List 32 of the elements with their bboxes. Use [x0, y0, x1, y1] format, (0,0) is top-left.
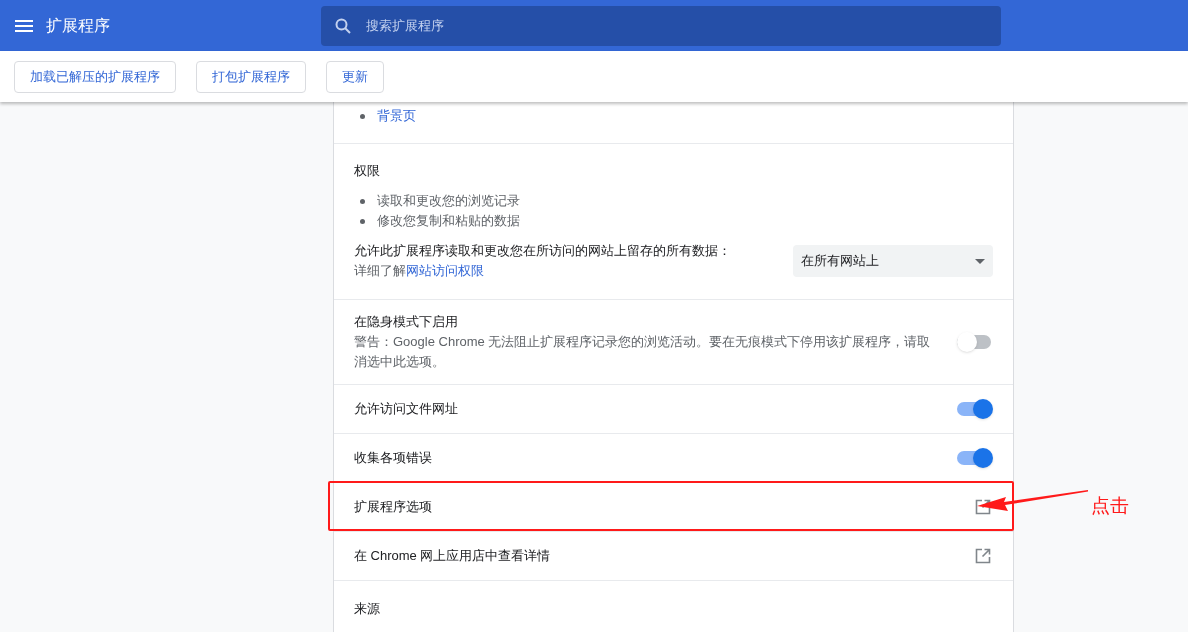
annotation-text: 点击	[1091, 494, 1129, 518]
external-link-icon[interactable]	[975, 499, 991, 515]
bullet-icon	[360, 198, 365, 204]
setting-label: 在隐身模式下启用	[354, 313, 459, 331]
site-access-link[interactable]: 网站访问权限	[406, 261, 484, 281]
search-icon	[335, 17, 351, 34]
search-field[interactable]: 搜索扩展程序	[321, 5, 1001, 46]
section-title: 权限	[354, 162, 381, 180]
setting-label[interactable]: 扩展程序选项	[354, 497, 432, 517]
site-access-label: 允许此扩展程序读取和更改您在所访问的网站上留存的所有数据：	[354, 242, 731, 260]
toggle-switch[interactable]	[957, 399, 993, 419]
setting-description: 警告：Google Chrome 无法阻止扩展程序记录您的浏览活动。要在无痕模式下停用该扩展程序，请取消选中此选项。	[354, 333, 932, 371]
setting-label: 收集各项错误	[354, 449, 432, 467]
toolbar-button[interactable]: 打包扩展程序	[196, 60, 306, 93]
setting-label: 允许访问文件网址	[354, 400, 458, 418]
page-title: 扩展程序	[46, 15, 111, 36]
bullet-icon	[360, 113, 365, 119]
permission-item: 读取和更改您的浏览记录	[377, 192, 520, 210]
caret-icon	[975, 258, 985, 264]
learn-more-text: 详细了解	[354, 262, 406, 280]
toolbar-button[interactable]: 更新	[326, 60, 384, 93]
bullet-icon	[360, 218, 365, 224]
toolbar-button[interactable]: 加载已解压的扩展程序	[14, 60, 176, 93]
toggle-switch[interactable]	[957, 448, 993, 468]
toggle-switch[interactable]	[957, 332, 993, 352]
background-page-link[interactable]: 背景页	[377, 106, 416, 126]
menu-icon[interactable]	[15, 19, 33, 32]
section-title: 来源	[354, 601, 380, 616]
permission-item: 修改您复制和粘贴的数据	[377, 212, 520, 230]
site-access-dropdown[interactable]: 在所有网站上	[793, 245, 993, 277]
external-link-icon[interactable]	[975, 548, 991, 564]
setting-label[interactable]: 在 Chrome 网上应用店中查看详情	[354, 546, 551, 566]
